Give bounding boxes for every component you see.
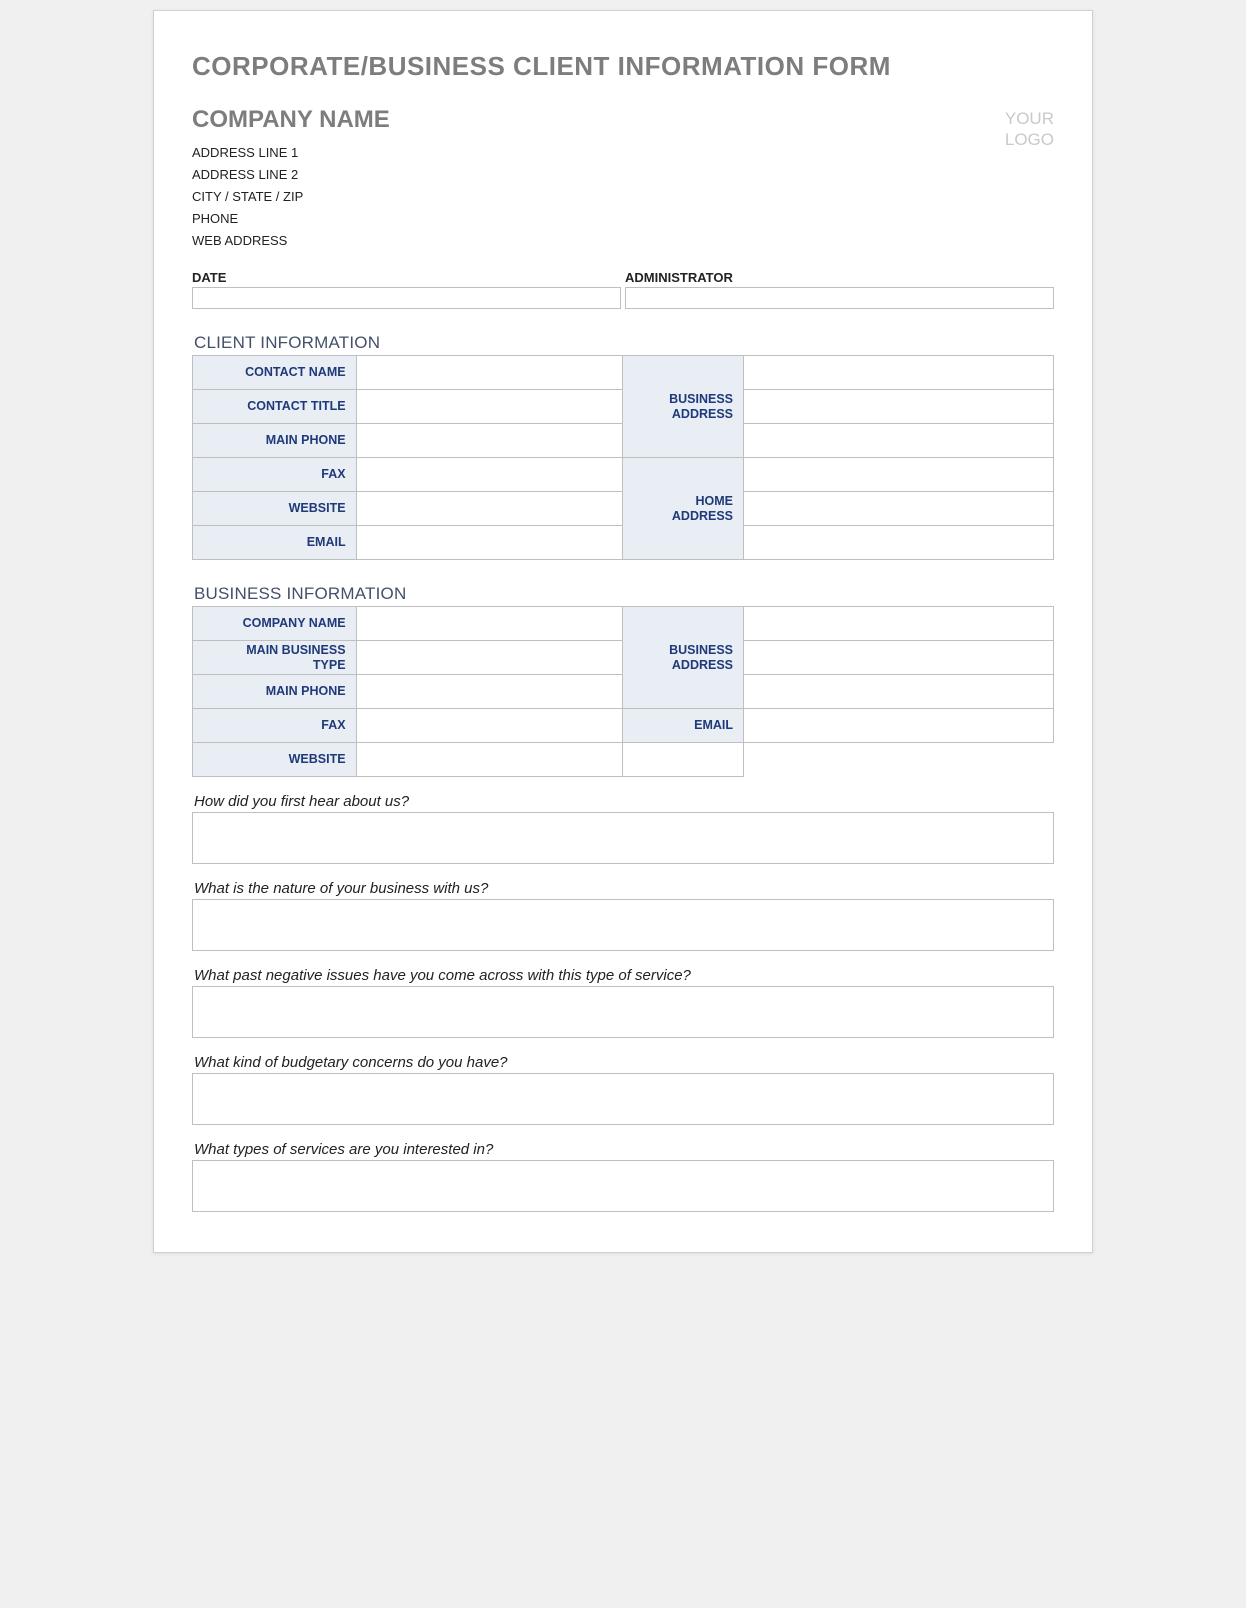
- field-blank-2: [744, 743, 1054, 777]
- question-1-text: How did you first hear about us?: [194, 793, 1054, 810]
- field-biz-email[interactable]: [744, 709, 1054, 743]
- question-5-text: What types of services are you intereste…: [194, 1141, 1054, 1158]
- question-5: What types of services are you intereste…: [192, 1141, 1054, 1212]
- field-home-address-2[interactable]: [744, 492, 1054, 526]
- business-info-table: COMPANY NAME BUSINESSADDRESS MAIN BUSINE…: [192, 606, 1054, 777]
- form-title: CORPORATE/BUSINESS CLIENT INFORMATION FO…: [192, 51, 1054, 82]
- field-main-business-type[interactable]: [356, 641, 623, 675]
- label-main-phone: MAIN PHONE: [193, 424, 357, 458]
- label-email: EMAIL: [193, 526, 357, 560]
- field-biz-business-address-3[interactable]: [744, 675, 1054, 709]
- field-business-address-3[interactable]: [744, 424, 1054, 458]
- question-5-input[interactable]: [192, 1160, 1054, 1212]
- question-1: How did you first hear about us?: [192, 793, 1054, 864]
- city-state-zip: CITY / STATE / ZIP: [192, 186, 1005, 208]
- date-label: DATE: [192, 270, 621, 285]
- company-name: COMPANY NAME: [192, 106, 1005, 134]
- logo-line-2: LOGO: [1005, 129, 1054, 150]
- field-home-address-3[interactable]: [744, 526, 1054, 560]
- date-input[interactable]: [192, 287, 621, 309]
- label-biz-email: EMAIL: [623, 709, 744, 743]
- question-3-input[interactable]: [192, 986, 1054, 1038]
- question-4-text: What kind of budgetary concerns do you h…: [194, 1054, 1054, 1071]
- field-blank-1[interactable]: [623, 743, 744, 777]
- question-2-input[interactable]: [192, 899, 1054, 951]
- field-email[interactable]: [356, 526, 623, 560]
- label-website: WEBSITE: [193, 492, 357, 526]
- label-fax: FAX: [193, 458, 357, 492]
- logo-line-1: YOUR: [1005, 108, 1054, 129]
- address-line-2: ADDRESS LINE 2: [192, 164, 1005, 186]
- web-line: WEB ADDRESS: [192, 230, 1005, 252]
- label-home-address: HOMEADDRESS: [623, 458, 744, 560]
- header-row: COMPANY NAME ADDRESS LINE 1 ADDRESS LINE…: [192, 106, 1054, 252]
- field-biz-website[interactable]: [356, 743, 623, 777]
- label-contact-title: CONTACT TITLE: [193, 390, 357, 424]
- question-2-text: What is the nature of your business with…: [194, 880, 1054, 897]
- label-contact-name: CONTACT NAME: [193, 356, 357, 390]
- business-section-title: BUSINESS INFORMATION: [194, 584, 1054, 604]
- administrator-cell: ADMINISTRATOR: [625, 270, 1054, 309]
- question-3-text: What past negative issues have you come …: [194, 967, 1054, 984]
- question-3: What past negative issues have you come …: [192, 967, 1054, 1038]
- phone-line: PHONE: [192, 208, 1005, 230]
- field-biz-main-phone[interactable]: [356, 675, 623, 709]
- label-biz-fax: FAX: [193, 709, 357, 743]
- label-company-name: COMPANY NAME: [193, 607, 357, 641]
- date-cell: DATE: [192, 270, 621, 309]
- label-main-business-type: MAIN BUSINESSTYPE: [193, 641, 357, 675]
- document-page: CORPORATE/BUSINESS CLIENT INFORMATION FO…: [153, 10, 1093, 1253]
- administrator-label: ADMINISTRATOR: [625, 270, 1054, 285]
- client-info-table: CONTACT NAME BUSINESSADDRESS CONTACT TIT…: [192, 355, 1054, 560]
- question-1-input[interactable]: [192, 812, 1054, 864]
- field-company-name[interactable]: [356, 607, 623, 641]
- logo-placeholder: YOUR LOGO: [1005, 106, 1054, 151]
- question-4-input[interactable]: [192, 1073, 1054, 1125]
- meta-row: DATE ADMINISTRATOR: [192, 270, 1054, 309]
- field-contact-title[interactable]: [356, 390, 623, 424]
- field-business-address-2[interactable]: [744, 390, 1054, 424]
- question-4: What kind of budgetary concerns do you h…: [192, 1054, 1054, 1125]
- label-biz-website: WEBSITE: [193, 743, 357, 777]
- field-fax[interactable]: [356, 458, 623, 492]
- field-home-address-1[interactable]: [744, 458, 1054, 492]
- label-business-address: BUSINESSADDRESS: [623, 356, 744, 458]
- label-biz-business-address: BUSINESSADDRESS: [623, 607, 744, 709]
- field-biz-business-address-1[interactable]: [744, 607, 1054, 641]
- field-main-phone[interactable]: [356, 424, 623, 458]
- administrator-input[interactable]: [625, 287, 1054, 309]
- label-biz-main-phone: MAIN PHONE: [193, 675, 357, 709]
- client-section-title: CLIENT INFORMATION: [194, 333, 1054, 353]
- field-website[interactable]: [356, 492, 623, 526]
- field-biz-business-address-2[interactable]: [744, 641, 1054, 675]
- question-2: What is the nature of your business with…: [192, 880, 1054, 951]
- address-line-1: ADDRESS LINE 1: [192, 142, 1005, 164]
- field-business-address-1[interactable]: [744, 356, 1054, 390]
- company-block: COMPANY NAME ADDRESS LINE 1 ADDRESS LINE…: [192, 106, 1005, 252]
- field-contact-name[interactable]: [356, 356, 623, 390]
- field-biz-fax[interactable]: [356, 709, 623, 743]
